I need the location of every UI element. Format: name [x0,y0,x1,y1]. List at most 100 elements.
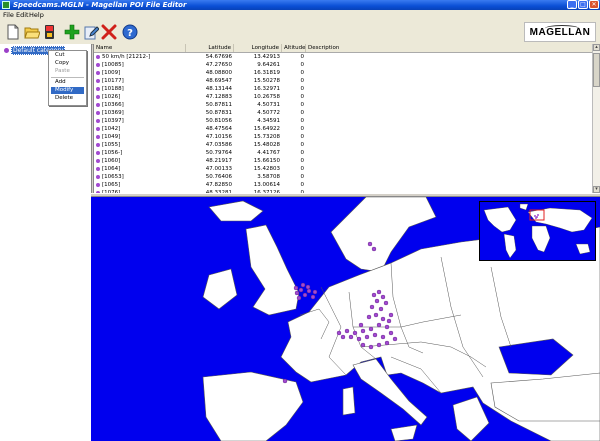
cell-name: [1026] [102,94,121,100]
help-icon: ? [122,24,138,40]
edit-note-icon [84,26,100,40]
new-file-button[interactable] [5,24,21,40]
table-row[interactable]: [1064] 47.00133 15.42803 0 [94,165,593,173]
table-row[interactable]: [1042] 48.47564 15.64922 0 [94,125,593,133]
great-britain-landmass [245,224,300,316]
cell-latitude: 48.13144 [205,86,232,92]
cell-altitude: 0 [300,86,305,92]
cell-altitude: 0 [300,182,305,188]
delete-x-icon [101,24,117,40]
context-paste: Paste [55,68,70,74]
context-delete[interactable]: Delete [51,95,84,102]
cell-altitude: 0 [300,62,305,68]
window-title: Speedcams.MGLN - Magellan POI File Edito… [13,1,187,9]
table-row[interactable]: [10369] 50.87831 4.50772 0 [94,109,593,117]
cell-altitude: 0 [300,118,305,124]
table-row[interactable]: [10188] 48.13144 16.32971 0 [94,85,593,93]
poi-icon [96,159,100,163]
minimize-button[interactable]: _ [567,0,577,9]
poi-icon [96,111,100,115]
cell-name: [10177] [102,78,124,84]
close-button[interactable]: ✕ [589,0,599,9]
table-row[interactable]: [10397] 50.81056 4.34591 0 [94,117,593,125]
cell-name: [10188] [102,86,124,92]
context-add[interactable]: Add [51,79,84,86]
context-copy[interactable]: Copy [51,60,84,67]
app-icon [2,1,10,9]
cell-latitude: 47.10156 [205,134,232,140]
poi-icon [96,135,100,139]
table-scrollbar[interactable]: ▴ ▾ [592,44,600,193]
scroll-down-arrow[interactable]: ▾ [593,186,600,193]
table-row[interactable]: [1065] 47.82850 13.00614 0 [94,181,593,189]
cell-altitude: 0 [300,126,305,132]
cell-longitude: 15.73208 [253,134,280,140]
cell-latitude: 48.21917 [205,158,232,164]
cell-longitude: 15.48028 [253,142,280,148]
cell-longitude: 4.50772 [257,110,280,116]
column-altitude[interactable]: Altitude [282,44,306,52]
save-button[interactable] [42,24,58,40]
table-row[interactable]: [1026] 47.12883 10.26758 0 [94,93,593,101]
cell-latitude: 50.87811 [205,102,232,108]
poi-icon [96,55,100,59]
menu-help[interactable]: Help [29,11,44,19]
world-map [483,203,593,259]
cell-altitude: 0 [300,110,305,116]
cell-longitude: 13.42913 [253,54,280,60]
table-row[interactable]: [10653] 50.76406 3.58708 0 [94,173,593,181]
table-row[interactable]: [10085] 47.27650 9.64261 0 [94,61,593,69]
table-row[interactable]: 50 km/h [21212-] 54.67696 13.42913 0 [94,53,593,61]
table-row[interactable]: [1049] 47.10156 15.73208 0 [94,133,593,141]
column-description[interactable]: Description [306,44,593,52]
title-bar: Speedcams.MGLN - Magellan POI File Edito… [0,0,600,10]
cell-longitude: 16.32971 [253,86,280,92]
poi-icon [96,79,100,83]
add-plus-icon [64,24,80,40]
table-row[interactable]: [1055] 47.03586 15.48028 0 [94,141,593,149]
cell-name: [10653] [102,174,124,180]
table-row[interactable]: [10366] 50.87811 4.50731 0 [94,101,593,109]
cell-latitude: 47.00133 [205,166,232,172]
cell-longitude: 4.50731 [257,102,280,108]
help-button[interactable]: ? [122,24,138,40]
column-name[interactable]: Name [94,44,186,52]
cell-altitude: 0 [300,70,305,76]
map-view[interactable] [91,197,600,441]
context-cut[interactable]: Cut [51,52,84,59]
menu-file[interactable]: File [3,11,14,19]
cell-latitude: 50.81056 [205,118,232,124]
menu-edit[interactable]: Edit [16,11,29,19]
modify-button[interactable] [83,24,100,40]
cell-longitude: 15.66150 [253,158,280,164]
overview-minimap[interactable] [479,201,596,261]
poi-icon [96,183,100,187]
column-longitude[interactable]: Longitude [234,44,282,52]
cell-latitude: 48.08800 [205,70,232,76]
scroll-thumb[interactable] [593,53,600,87]
maximize-button[interactable]: □ [578,0,588,9]
poi-icon [96,151,100,155]
cell-latitude: 47.27650 [205,62,232,68]
open-button[interactable] [24,24,41,40]
table-row[interactable]: [1060] 48.21917 15.66150 0 [94,157,593,165]
poi-icon [96,175,100,179]
table-header: Name Latitude Longitude Altitude Descrip… [94,44,593,53]
cell-altitude: 0 [300,158,305,164]
cell-longitude: 3.58708 [257,174,280,180]
add-button[interactable] [64,24,80,40]
scroll-up-arrow[interactable]: ▴ [593,44,600,51]
new-file-icon [7,24,19,40]
cell-latitude: 47.03586 [205,142,232,148]
context-modify[interactable]: Modify [51,87,84,94]
poi-icon [96,143,100,147]
cell-latitude: 47.12883 [205,94,232,100]
delete-button[interactable] [101,24,117,40]
ireland-landmass [202,268,238,310]
cell-longitude: 4.34591 [257,118,280,124]
column-latitude[interactable]: Latitude [186,44,234,52]
sardinia-landmass [342,386,356,416]
table-row[interactable]: [1056-] 50.79764 4.41767 0 [94,149,593,157]
table-row[interactable]: [1009] 48.08800 16.31819 0 [94,69,593,77]
table-row[interactable]: [10177] 48.69547 15.50278 0 [94,77,593,85]
